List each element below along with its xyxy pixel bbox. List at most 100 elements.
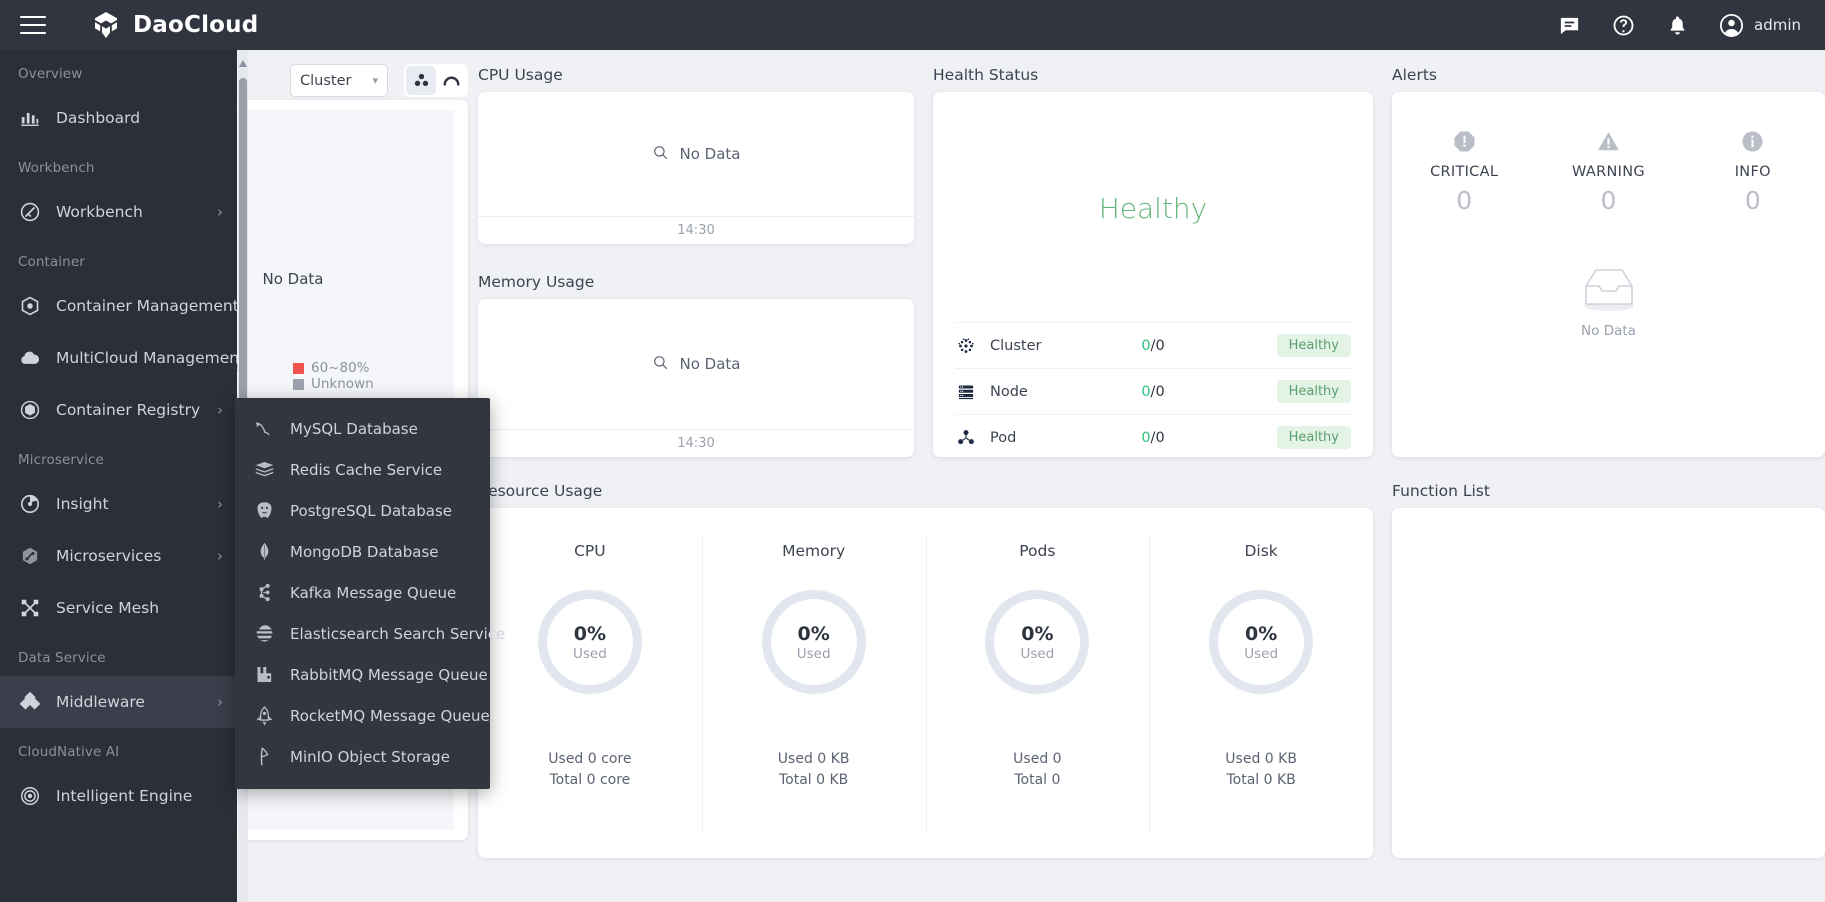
sidebar-item-label: Dashboard (56, 109, 140, 127)
postgresql-icon (253, 499, 276, 522)
resource-cell-cpu: CPU 0% Used Used 0 core Total 0 core (478, 508, 702, 858)
registry-icon (18, 398, 42, 422)
submenu-item-label: MongoDB Database (290, 543, 439, 561)
health-status-name: Pod (990, 430, 1016, 446)
resource-cell-disk: Disk 0% Used Used 0 KB Total 0 KB (1149, 508, 1373, 858)
sidebar-item-insight[interactable]: Insight › (0, 478, 237, 530)
status-badge: Healthy (1277, 380, 1351, 403)
memory-used: Used 0 KB (702, 749, 926, 770)
bell-icon[interactable] (1664, 12, 1690, 38)
user-menu[interactable]: admin (1718, 12, 1801, 38)
alert-level-critical[interactable]: CRITICAL 0 (1392, 126, 1536, 215)
alert-level-info[interactable]: INFO 0 (1681, 126, 1825, 215)
health-status-row[interactable]: Cluster 0/0 Healthy (955, 322, 1351, 368)
cpu-percent: 0% (574, 623, 606, 645)
pods-usage-footer: Used 0 Total 0 (926, 749, 1150, 791)
submenu-item-mongodb[interactable]: MongoDB Database (235, 531, 490, 572)
alert-level-warning[interactable]: WARNING 0 (1536, 126, 1680, 215)
cpu-usage-xtick: 14:30 (478, 223, 914, 238)
sidebar-item-label: Microservices (56, 547, 161, 565)
submenu-item-redis[interactable]: Redis Cache Service (235, 449, 490, 490)
sidebar-item-multicloud-management[interactable]: MultiCloud Management (0, 332, 237, 384)
health-status-row[interactable]: Node 0/0 Healthy (955, 368, 1351, 414)
sidebar-item-middleware[interactable]: Middleware › (0, 676, 237, 728)
function-list-card (1392, 508, 1825, 858)
scope-select-value: Cluster (300, 73, 351, 89)
alerts-title: Alerts (1392, 66, 1437, 84)
sidebar-group-data-service: Data Service (0, 634, 237, 676)
sidebar-item-label: Insight (56, 495, 109, 513)
sidebar-item-container-registry[interactable]: Container Registry › (0, 384, 237, 436)
memory-percent-sub: Used (797, 646, 831, 662)
chart-legend-item[interactable]: 60~80% (293, 360, 370, 376)
scroll-up-arrow-icon[interactable] (238, 54, 248, 64)
mysql-icon (253, 417, 276, 440)
scope-select[interactable]: Cluster ▾ (290, 64, 388, 97)
status-badge: Healthy (1277, 426, 1351, 449)
submenu-item-rocketmq[interactable]: RocketMQ Message Queue (235, 695, 490, 736)
alert-level-label: WARNING (1536, 164, 1680, 180)
submenu-item-minio[interactable]: MinIO Object Storage (235, 736, 490, 777)
submenu-item-kafka[interactable]: Kafka Message Queue (235, 572, 490, 613)
memory-usage-xtick: 14:30 (478, 436, 914, 451)
resource-usage-title: Resource Usage (478, 482, 602, 500)
help-icon[interactable] (1610, 12, 1636, 38)
sidebar-item-label: Intelligent Engine (56, 787, 192, 805)
bar-chart-icon (18, 106, 42, 130)
legend-label: Unknown (311, 376, 374, 392)
rabbitmq-icon (253, 663, 276, 686)
critical-icon (1392, 126, 1536, 156)
submenu-item-elasticsearch[interactable]: Elasticsearch Search Service (235, 613, 490, 654)
sidebar-item-container-management[interactable]: Container Management › (0, 280, 237, 332)
submenu-item-mysql[interactable]: MySQL Database (235, 408, 490, 449)
alerts-empty-state: No Data (1392, 264, 1825, 339)
cluster-view-icon[interactable] (406, 66, 436, 95)
sidebar: Overview Dashboard Workbench Workbench ›… (0, 50, 237, 902)
sidebar-item-label: Middleware (56, 693, 145, 711)
alert-level-label: CRITICAL (1392, 164, 1536, 180)
topbar-actions: admin (1556, 12, 1801, 38)
chevron-right-icon: › (217, 205, 223, 220)
brand-name: DaoCloud (133, 12, 258, 38)
disk-used: Used 0 KB (1149, 749, 1373, 770)
cpu-percent-sub: Used (573, 646, 607, 662)
brand[interactable]: DaoCloud (90, 9, 258, 41)
sidebar-group-cloudnative-ai: CloudNative AI (0, 728, 237, 770)
gauge-view-icon[interactable] (436, 66, 466, 95)
middleware-icon (18, 690, 42, 714)
sidebar-item-dashboard[interactable]: Dashboard (0, 92, 237, 144)
chart-legend-item[interactable]: Unknown (293, 376, 374, 392)
sidebar-item-service-mesh[interactable]: Service Mesh (0, 582, 237, 634)
submenu-item-rabbitmq[interactable]: RabbitMQ Message Queue (235, 654, 490, 695)
sidebar-item-workbench[interactable]: Workbench › (0, 186, 237, 238)
health-status-name: Cluster (990, 338, 1041, 354)
pods-donut-gauge: 0% Used (985, 590, 1089, 694)
sidebar-item-label: Container Registry (56, 401, 200, 419)
cpu-used: Used 0 core (478, 749, 702, 770)
sidebar-item-intelligent-engine[interactable]: Intelligent Engine (0, 770, 237, 822)
memory-usage-title: Memory Usage (478, 273, 594, 291)
resource-usage-card: CPU 0% Used Used 0 core Total 0 core Mem… (478, 508, 1373, 858)
memory-usage-empty-label: No Data (680, 355, 741, 373)
disk-usage-footer: Used 0 KB Total 0 KB (1149, 749, 1373, 791)
pod-icon (955, 427, 977, 449)
health-status-row[interactable]: Pod 0/0 Healthy (955, 414, 1351, 460)
pods-percent: 0% (1021, 623, 1053, 645)
alert-level-value: 0 (1681, 186, 1825, 215)
legend-swatch (293, 363, 304, 374)
disk-percent: 0% (1245, 623, 1277, 645)
health-status-name: Node (990, 384, 1028, 400)
chat-icon[interactable] (1556, 12, 1582, 38)
health-status-count: 0/0 (1141, 384, 1164, 400)
disk-percent-sub: Used (1244, 646, 1278, 662)
view-toggle-group (404, 64, 468, 97)
chevron-right-icon: › (217, 403, 223, 418)
cpu-usage-footer: Used 0 core Total 0 core (478, 749, 702, 791)
submenu-item-postgresql[interactable]: PostgreSQL Database (235, 490, 490, 531)
chevron-right-icon: › (217, 695, 223, 710)
sidebar-item-label: Service Mesh (56, 599, 159, 617)
hamburger-icon[interactable] (20, 16, 46, 34)
sidebar-item-microservices[interactable]: Microservices › (0, 530, 237, 582)
legend-swatch (293, 379, 304, 390)
search-icon (652, 144, 669, 165)
